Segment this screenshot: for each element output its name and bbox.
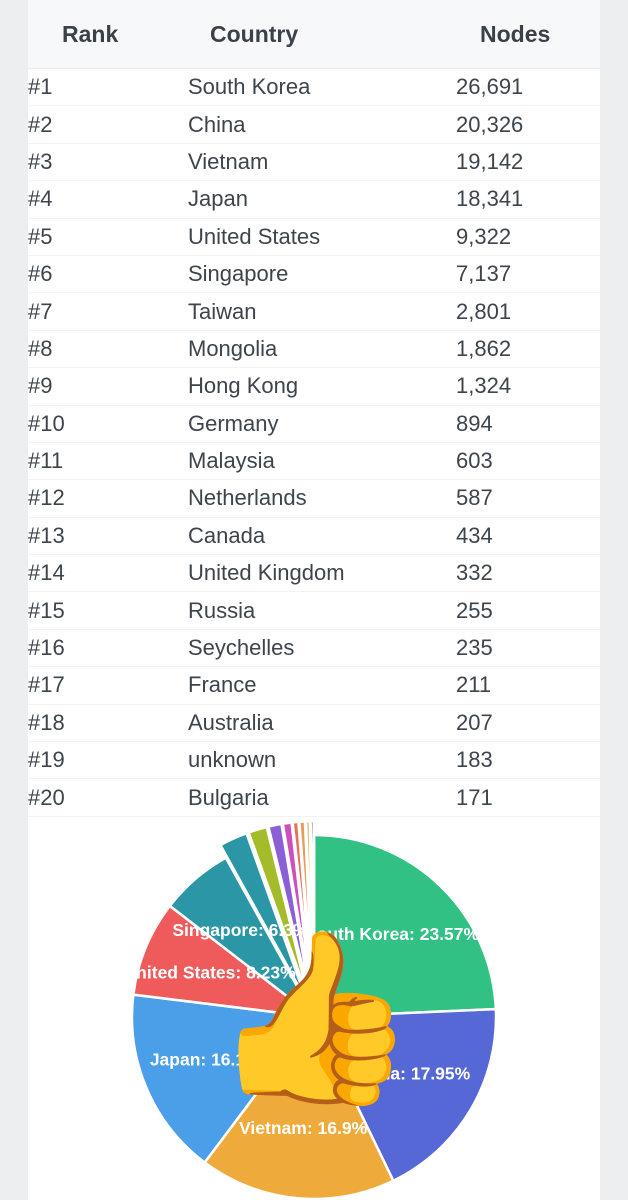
table-cell-country: Hong Kong: [188, 367, 456, 406]
table-cell-nodes: 255: [456, 591, 600, 630]
table-row[interactable]: #6 Singapore 7,137: [28, 255, 600, 294]
table-cell-nodes: 434: [456, 517, 600, 556]
table-cell-rank: #11: [28, 442, 188, 481]
table-cell-rank: #3: [28, 143, 188, 182]
table-row[interactable]: #18 Australia 207: [28, 704, 600, 743]
table-row[interactable]: #16 Seychelles 235: [28, 629, 600, 668]
table-header-row: Rank Country Nodes: [28, 0, 600, 69]
table-row[interactable]: #19 unknown 183: [28, 741, 600, 780]
table-row[interactable]: #13 Canada 434: [28, 517, 600, 556]
table-row[interactable]: #9 Hong Kong 1,324: [28, 367, 600, 406]
content-page: Rank Country Nodes #1 South Korea 26,691 #2…: [28, 0, 600, 1200]
table-row[interactable]: #17 France 211: [28, 666, 600, 705]
table-cell-rank: #6: [28, 255, 188, 294]
table-row[interactable]: #20 Bulgaria 171: [28, 778, 600, 817]
table-cell-rank: #8: [28, 330, 188, 369]
table-cell-rank: #7: [28, 292, 188, 331]
table-cell-country: Bulgaria: [188, 778, 456, 817]
table-cell-nodes: 603: [456, 442, 600, 481]
table-row[interactable]: #1 South Korea 26,691: [28, 68, 600, 107]
table-cell-nodes: 235: [456, 629, 600, 668]
table-row[interactable]: #3 Vietnam 19,142: [28, 143, 600, 182]
table-cell-nodes: 587: [456, 479, 600, 518]
table-row[interactable]: #11 Malaysia 603: [28, 442, 600, 481]
table-cell-country: Netherlands: [188, 479, 456, 518]
table-cell-nodes: 20,326: [456, 105, 600, 144]
table-cell-rank: #18: [28, 704, 188, 743]
pie-slice-label: South Korea: 23.57%: [305, 924, 480, 944]
column-header-country[interactable]: Country: [188, 0, 456, 69]
table-cell-rank: #4: [28, 180, 188, 219]
table-body: #1 South Korea 26,691 #2 China 20,326 #3 Vietna…: [28, 68, 600, 817]
pie-slice-label: United States: 8.23%: [124, 963, 297, 983]
column-header-nodes[interactable]: Nodes: [456, 0, 600, 69]
table-cell-country: Canada: [188, 517, 456, 556]
table-cell-rank: #2: [28, 105, 188, 144]
table-cell-country: Russia: [188, 591, 456, 630]
table-cell-country: Mongolia: [188, 330, 456, 369]
table-cell-nodes: 207: [456, 704, 600, 743]
table-cell-country: unknown: [188, 741, 456, 780]
table-cell-rank: #14: [28, 554, 188, 593]
pie-slice-label: Singapore: 6.3%: [172, 920, 309, 940]
table-cell-country: Seychelles: [188, 629, 456, 668]
table-cell-rank: #10: [28, 405, 188, 443]
table-cell-country: Singapore: [188, 255, 456, 294]
table-cell-rank: #19: [28, 741, 188, 780]
table-cell-nodes: 9,322: [456, 218, 600, 256]
table-cell-nodes: 183: [456, 741, 600, 780]
table-cell-nodes: 7,137: [456, 255, 600, 294]
table-cell-country: Japan: [188, 180, 456, 219]
table-cell-nodes: 1,862: [456, 330, 600, 369]
table-cell-rank: #17: [28, 666, 188, 705]
pie-slice-label: Japan: 16.19%: [150, 1050, 271, 1070]
table-row[interactable]: #10 Germany 894: [28, 405, 600, 443]
pie-slice-label: China: 17.95%: [352, 1063, 471, 1083]
table-cell-rank: #1: [28, 68, 188, 107]
table-cell-rank: #15: [28, 591, 188, 630]
column-header-rank[interactable]: Rank: [28, 0, 188, 69]
table-cell-rank: #16: [28, 629, 188, 668]
table-cell-country: South Korea: [188, 68, 456, 107]
table-cell-nodes: 18,341: [456, 180, 600, 219]
table-cell-nodes: 171: [456, 778, 600, 817]
nodes-distribution-pie-chart[interactable]: South Korea: 23.57% China: 17.95% Vietnam:…: [104, 819, 524, 1200]
table-cell-nodes: 2,801: [456, 292, 600, 331]
table-cell-country: United Kingdom: [188, 554, 456, 593]
table-cell-rank: #5: [28, 218, 188, 256]
table-cell-country: China: [188, 105, 456, 144]
table-row[interactable]: #15 Russia 255: [28, 591, 600, 630]
table-cell-rank: #12: [28, 479, 188, 518]
table-cell-country: Australia: [188, 704, 456, 743]
table-cell-rank: #13: [28, 517, 188, 556]
pie-slice-label: Vietnam: 16.9%: [239, 1118, 368, 1138]
table-cell-country: Malaysia: [188, 442, 456, 481]
table-cell-country: France: [188, 666, 456, 705]
table-cell-rank: #9: [28, 367, 188, 406]
table-row[interactable]: #2 China 20,326: [28, 105, 600, 144]
table-row[interactable]: #14 United Kingdom 332: [28, 554, 600, 593]
table-cell-nodes: 332: [456, 554, 600, 593]
country-nodes-table: Rank Country Nodes #1 South Korea 26,691 #2…: [28, 0, 600, 817]
table-cell-nodes: 26,691: [456, 68, 600, 107]
table-cell-nodes: 19,142: [456, 143, 600, 182]
table-cell-rank: #20: [28, 778, 188, 817]
table-cell-nodes: 211: [456, 666, 600, 705]
table-row[interactable]: #8 Mongolia 1,862: [28, 330, 600, 369]
table-header: Rank Country Nodes: [28, 0, 600, 69]
table-cell-country: Vietnam: [188, 143, 456, 182]
table-cell-nodes: 1,324: [456, 367, 600, 406]
table-cell-country: Germany: [188, 405, 456, 443]
table-row[interactable]: #7 Taiwan 2,801: [28, 292, 600, 331]
table-cell-country: United States: [188, 218, 456, 256]
table-row[interactable]: #4 Japan 18,341: [28, 180, 600, 219]
table-cell-nodes: 894: [456, 405, 600, 443]
pie-chart-container: South Korea: 23.57% China: 17.95% Vietnam:…: [28, 819, 600, 1200]
table-cell-country: Taiwan: [188, 292, 456, 331]
table-row[interactable]: #5 United States 9,322: [28, 218, 600, 256]
table-row[interactable]: #12 Netherlands 587: [28, 479, 600, 518]
